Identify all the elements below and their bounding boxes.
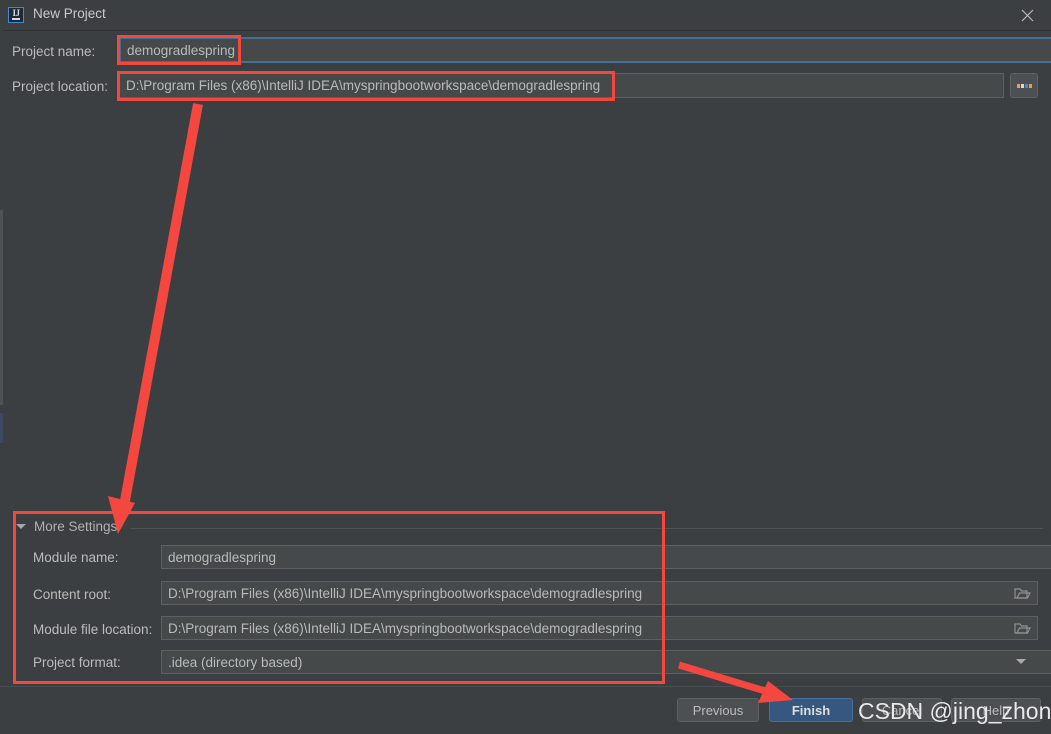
project-location-input[interactable]: D:\Program Files (x86)\IntelliJ IDEA\mys… (119, 73, 1004, 98)
project-name-label: Project name: (12, 44, 96, 59)
project-format-label: Project format: (33, 655, 121, 670)
more-settings-toggle[interactable]: More Settings (16, 519, 117, 534)
intellij-idea-icon: IJ (8, 7, 24, 23)
finish-button[interactable]: Finish (769, 698, 853, 722)
chevron-down-icon (16, 524, 26, 529)
cancel-button[interactable]: Cancel (862, 698, 942, 722)
window-title: New Project (33, 6, 106, 21)
annotation-arrow-location-to-settings (108, 103, 203, 534)
module-file-location-input[interactable]: D:\Program Files (x86)\IntelliJ IDEA\mys… (161, 616, 1038, 640)
project-format-select[interactable]: .idea (directory based) (161, 650, 1051, 674)
content-root-folder-icon[interactable] (1012, 581, 1034, 605)
module-name-input[interactable]: demogradlespring (161, 545, 1051, 569)
new-project-dialog: IJ New Project Project name: demogradles… (0, 0, 1051, 734)
project-location-label: Project location: (12, 79, 109, 94)
module-name-label: Module name: (33, 550, 119, 565)
app-icon-underline (12, 18, 20, 20)
title-bar: IJ New Project (0, 0, 1051, 31)
more-settings-divider (130, 528, 1043, 529)
content-root-input[interactable]: D:\Program Files (x86)\IntelliJ IDEA\mys… (161, 581, 1038, 605)
content-root-label: Content root: (33, 587, 112, 602)
scrollbar-thumb[interactable] (0, 210, 3, 405)
close-icon[interactable] (1005, 0, 1051, 30)
previous-button[interactable]: Previous (677, 698, 759, 722)
scrollbar-accent-mark (0, 413, 3, 443)
ellipsis-icon (1017, 84, 1032, 88)
help-button[interactable]: Help (951, 698, 1041, 722)
module-file-folder-icon[interactable] (1012, 616, 1034, 640)
browse-folder-button[interactable] (1010, 73, 1038, 98)
button-bar-divider (0, 686, 1051, 687)
more-settings-title: More Settings (34, 519, 118, 534)
chevron-down-icon[interactable] (1016, 659, 1026, 664)
project-name-input[interactable]: demogradlespring (119, 37, 1051, 63)
left-scrollbar[interactable] (0, 30, 3, 690)
app-icon-glyph: IJ (12, 8, 20, 18)
module-file-location-label: Module file location: (33, 622, 153, 637)
